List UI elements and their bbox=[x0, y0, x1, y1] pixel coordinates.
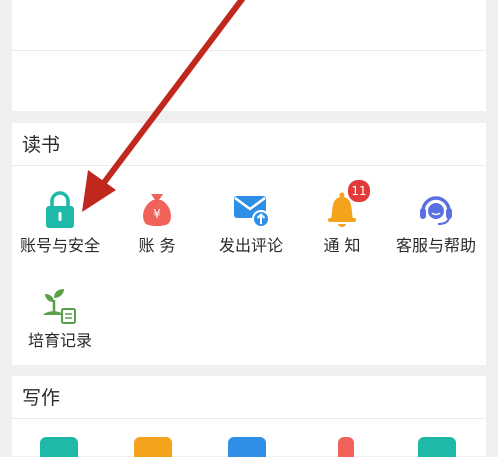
write-item-icon[interactable] bbox=[338, 437, 354, 457]
sent-comments-item[interactable]: 发出评论 bbox=[204, 173, 298, 263]
mail-upload-icon bbox=[234, 196, 270, 228]
section-title-read: 读书 bbox=[22, 134, 61, 156]
item-label: 通 知 bbox=[323, 236, 361, 255]
billing-item[interactable]: ¥ 账 务 bbox=[110, 173, 204, 263]
divider bbox=[12, 50, 486, 51]
money-bag-icon: ¥ bbox=[143, 194, 171, 226]
account-security-item[interactable]: 账号与安全 bbox=[13, 173, 107, 263]
write-item-icon[interactable] bbox=[134, 437, 172, 457]
write-item-icon[interactable] bbox=[418, 437, 456, 457]
nurture-records-item[interactable]: 培育记录 bbox=[13, 268, 107, 358]
read-section: 读书 账号与安全 ¥ 账 务 发出评论 11 通 知 客服与帮助 培育记录 bbox=[12, 123, 486, 365]
notifications-item[interactable]: 11 通 知 bbox=[295, 173, 389, 263]
top-card bbox=[12, 0, 486, 111]
lock-icon bbox=[46, 191, 74, 228]
write-item-icon[interactable] bbox=[40, 437, 78, 457]
plant-icon bbox=[43, 289, 76, 324]
item-label: 账号与安全 bbox=[19, 236, 100, 255]
divider bbox=[12, 165, 486, 166]
headset-icon bbox=[420, 196, 452, 225]
write-section: 写作 bbox=[12, 376, 486, 457]
divider bbox=[12, 418, 486, 419]
section-title-write: 写作 bbox=[22, 387, 61, 409]
support-help-item[interactable]: 客服与帮助 bbox=[389, 173, 483, 263]
item-label: 客服与帮助 bbox=[395, 236, 476, 255]
write-item-icon[interactable] bbox=[228, 437, 266, 457]
notification-badge: 11 bbox=[347, 179, 371, 203]
svg-text:¥: ¥ bbox=[153, 207, 161, 221]
item-label: 培育记录 bbox=[27, 331, 92, 350]
item-label: 账 务 bbox=[138, 236, 176, 255]
